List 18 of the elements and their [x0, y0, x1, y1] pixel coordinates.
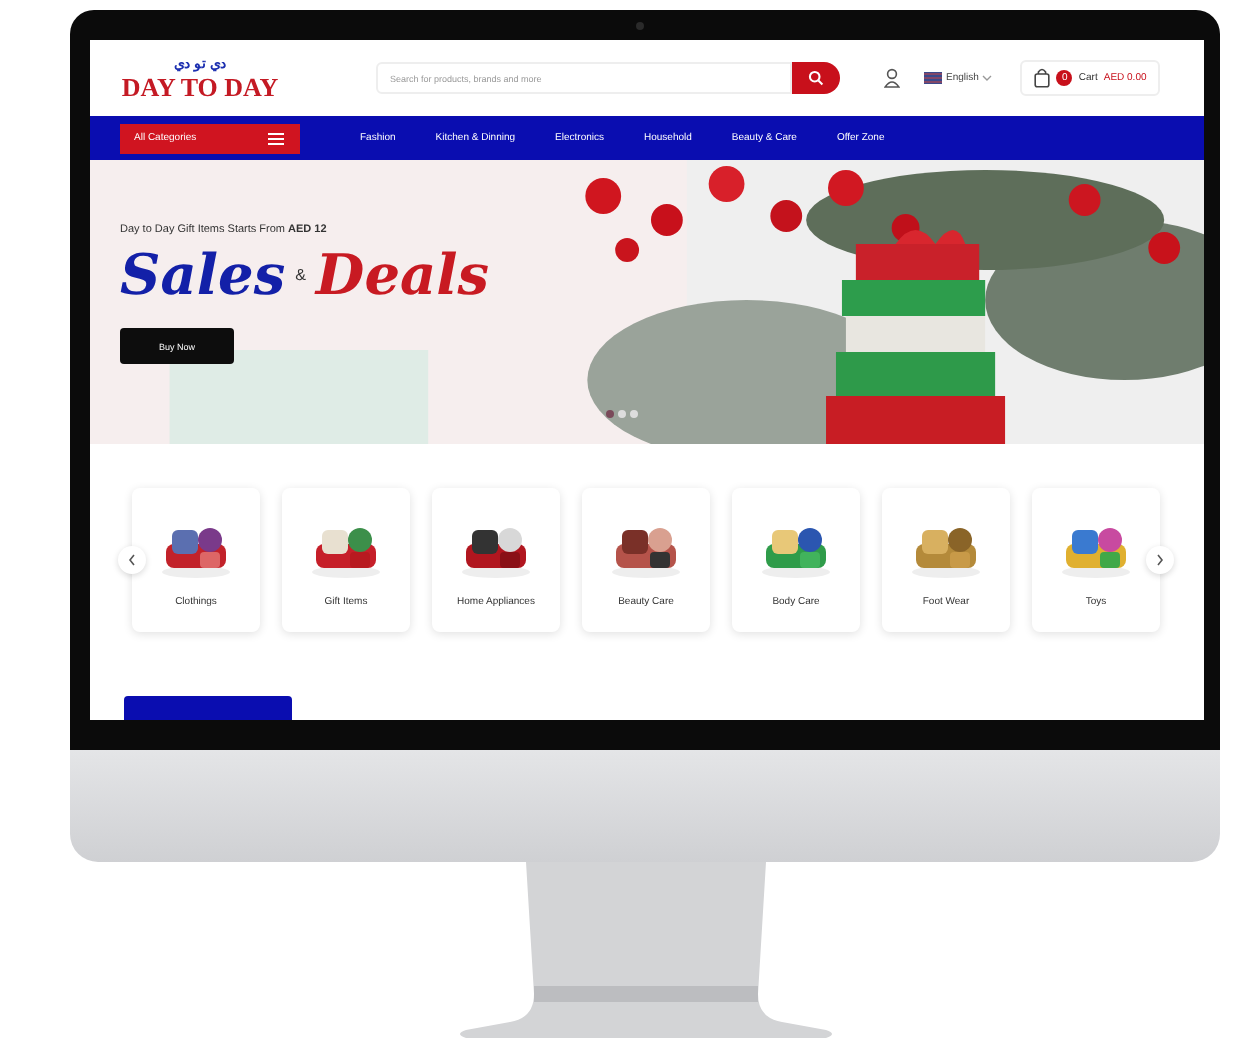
- ampersand: &: [295, 266, 306, 284]
- search-icon: [808, 70, 824, 86]
- slide-dot[interactable]: [630, 410, 638, 418]
- chevron-left-icon: [128, 554, 136, 566]
- banner-title: Sales: [120, 242, 286, 308]
- user-icon[interactable]: [884, 68, 900, 88]
- bag-icon: [1034, 68, 1051, 88]
- next-button[interactable]: [1146, 546, 1174, 574]
- logo[interactable]: DAY TO DAY: [121, 73, 279, 99]
- menu-icon: [268, 131, 284, 145]
- banner-title: Deals: [315, 242, 490, 308]
- search-button[interactable]: [792, 62, 840, 94]
- slide-dot[interactable]: [618, 410, 626, 418]
- chevron-right-icon: [1156, 554, 1164, 566]
- caret-icon: [982, 74, 993, 82]
- slide-dot[interactable]: [606, 410, 614, 418]
- previous-button[interactable]: [118, 546, 146, 574]
- flag-icon: [924, 72, 942, 84]
